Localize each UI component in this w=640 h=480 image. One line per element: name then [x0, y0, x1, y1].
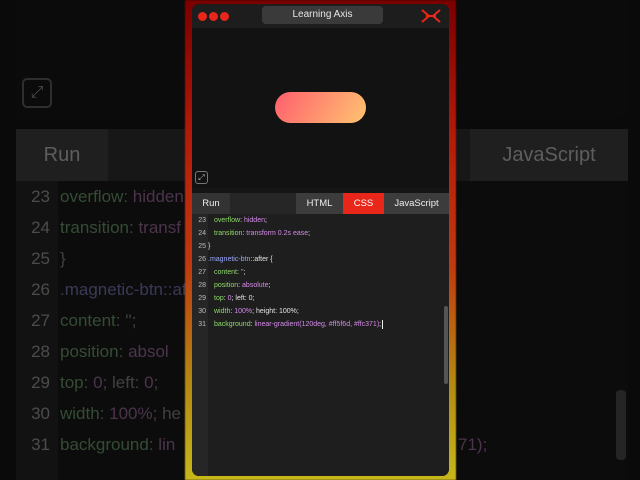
- editor-tabbar: Run HTML CSS JavaScript: [192, 193, 449, 214]
- app-window: Learning Axis ⤢ Run HTML CSS JavaScript …: [192, 4, 449, 476]
- code-line: 23 overflow: hidden;: [198, 217, 267, 224]
- code-line: 27 content: '';: [198, 269, 246, 276]
- tab-javascript[interactable]: JavaScript: [384, 193, 449, 214]
- close-dot-icon[interactable]: [198, 12, 207, 21]
- code-line: 26 .magnetic-btn::after {: [198, 256, 273, 263]
- tab-css[interactable]: CSS: [343, 193, 384, 214]
- code-line: 24 transition: transform 0.2s ease;: [198, 230, 311, 237]
- magnetic-button-preview[interactable]: [275, 92, 366, 123]
- axis-logo-icon: [421, 9, 441, 23]
- text-cursor: [382, 319, 384, 329]
- code-line: 25}: [198, 243, 211, 250]
- preview-pane: ⤢: [192, 28, 449, 188]
- window-title: Learning Axis: [262, 6, 383, 24]
- code-line: 28 position: absolute;: [198, 282, 271, 289]
- maximize-dot-icon[interactable]: [220, 12, 229, 21]
- code-line: 29 top: 0; left: 0;: [198, 295, 255, 302]
- editor-scrollbar[interactable]: [444, 306, 448, 384]
- expand-arrows-icon[interactable]: ⤢: [195, 171, 208, 184]
- code-line: 30 width: 100%; height: 100%;: [198, 308, 299, 315]
- run-button[interactable]: Run: [192, 193, 230, 214]
- title-bar: Learning Axis: [192, 4, 449, 28]
- code-editor[interactable]: 23 overflow: hidden; 24 transition: transf…: [192, 214, 449, 476]
- tab-html[interactable]: HTML: [296, 193, 343, 214]
- code-line: 31 background: linear-gradient(120deg, #f…: [198, 319, 384, 329]
- minimize-dot-icon[interactable]: [209, 12, 218, 21]
